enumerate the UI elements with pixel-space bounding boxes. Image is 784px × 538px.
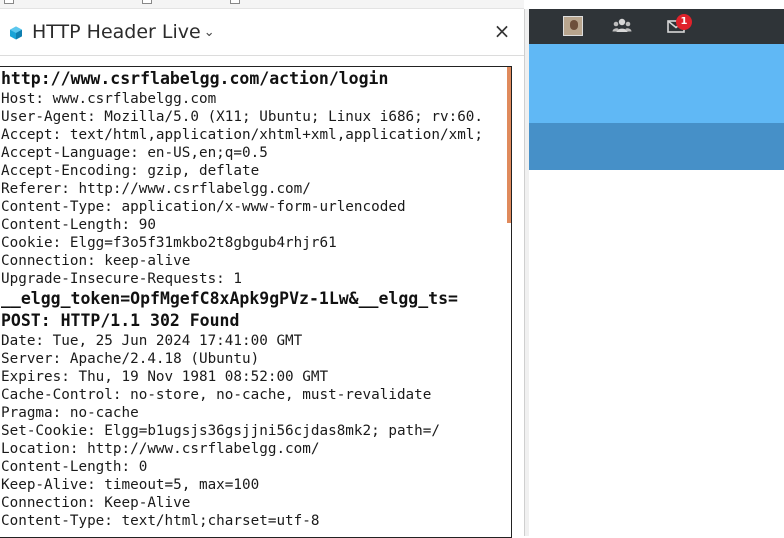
site-navigation-bar [529,123,784,170]
response-header: Date: Tue, 25 Jun 2024 17:41:00 GMT [1,333,303,349]
header-log-content: http://www.csrflabelgg.com/action/login … [1,68,505,530]
user-avatar-icon[interactable] [563,16,583,36]
request-body: __elgg_token=OpfMgefC8xApk9gPVz-1Lw&__el… [1,289,458,308]
users-icon[interactable] [612,16,632,36]
request-header: Accept-Encoding: gzip, deflate [1,163,260,179]
cube-icon [10,26,22,40]
request-header: Content-Length: 90 [1,217,156,233]
sidebar-title: HTTP Header Live [32,21,201,43]
close-button[interactable]: × [491,20,513,42]
response-header: Keep-Alive: timeout=5, max=100 [1,477,260,493]
request-url[interactable]: http://www.csrflabelgg.com/action/login [1,68,505,90]
response-header: Server: Apache/2.4.18 (Ubuntu) [1,351,260,367]
request-header: Content-Type: application/x-www-form-url… [1,199,406,215]
request-header: Accept-Language: en-US,en;q=0.5 [1,145,268,161]
response-header: Connection: Keep-Alive [1,495,191,511]
response-header: Location: http://www.csrflabelgg.com/ [1,441,320,457]
checkbox-icon [230,0,240,4]
browser-toolbar-strip [0,0,524,9]
sidebar-header: HTTP Header Live ⌄ × [0,9,524,56]
request-header: Accept: text/html,application/xhtml+xml,… [1,127,484,143]
response-header: Set-Cookie: Elgg=b1ugsjs36gsjjni56cjdas8… [1,423,440,439]
response-header: Expires: Thu, 19 Nov 1981 08:52:00 GMT [1,369,329,385]
request-header: Referer: http://www.csrflabelgg.com/ [1,181,311,197]
response-header: Cache-Control: no-store, no-cache, must-… [1,387,432,403]
site-topbar: 1 [529,9,784,44]
messages-count-badge: 1 [676,14,692,30]
request-header: Connection: keep-alive [1,253,191,269]
scrollbar-thumb[interactable] [507,67,511,223]
chevron-down-icon: ⌄ [203,24,215,40]
toolbar-item-2[interactable] [142,0,152,4]
response-status: POST: HTTP/1.1 302 Found [1,311,240,330]
checkbox-icon [142,0,152,4]
site-header-banner [529,44,784,123]
header-log[interactable]: http://www.csrflabelgg.com/action/login … [0,66,512,538]
request-header: Host: www.csrflabelgg.com [1,91,217,107]
http-header-live-sidebar: HTTP Header Live ⌄ × http://www.csrflabe… [0,9,524,538]
request-header: Upgrade-Insecure-Requests: 1 [1,271,243,287]
sidebar-title-dropdown[interactable]: HTTP Header Live ⌄ [32,21,215,43]
webpage-content: 1 [529,9,784,536]
response-header: Pragma: no-cache [1,405,139,421]
toolbar-item-1[interactable] [4,0,14,4]
response-header: Content-Length: 0 [1,459,148,475]
toolbar-item-3[interactable] [230,0,240,4]
response-header: Content-Type: text/html;charset=utf-8 [1,513,320,529]
request-header: User-Agent: Mozilla/5.0 (X11; Ubuntu; Li… [1,109,484,125]
request-header: Cookie: Elgg=f3o5f31mkbo2t8gbgub4rhjr61 [1,235,337,251]
checkbox-icon [4,0,14,4]
